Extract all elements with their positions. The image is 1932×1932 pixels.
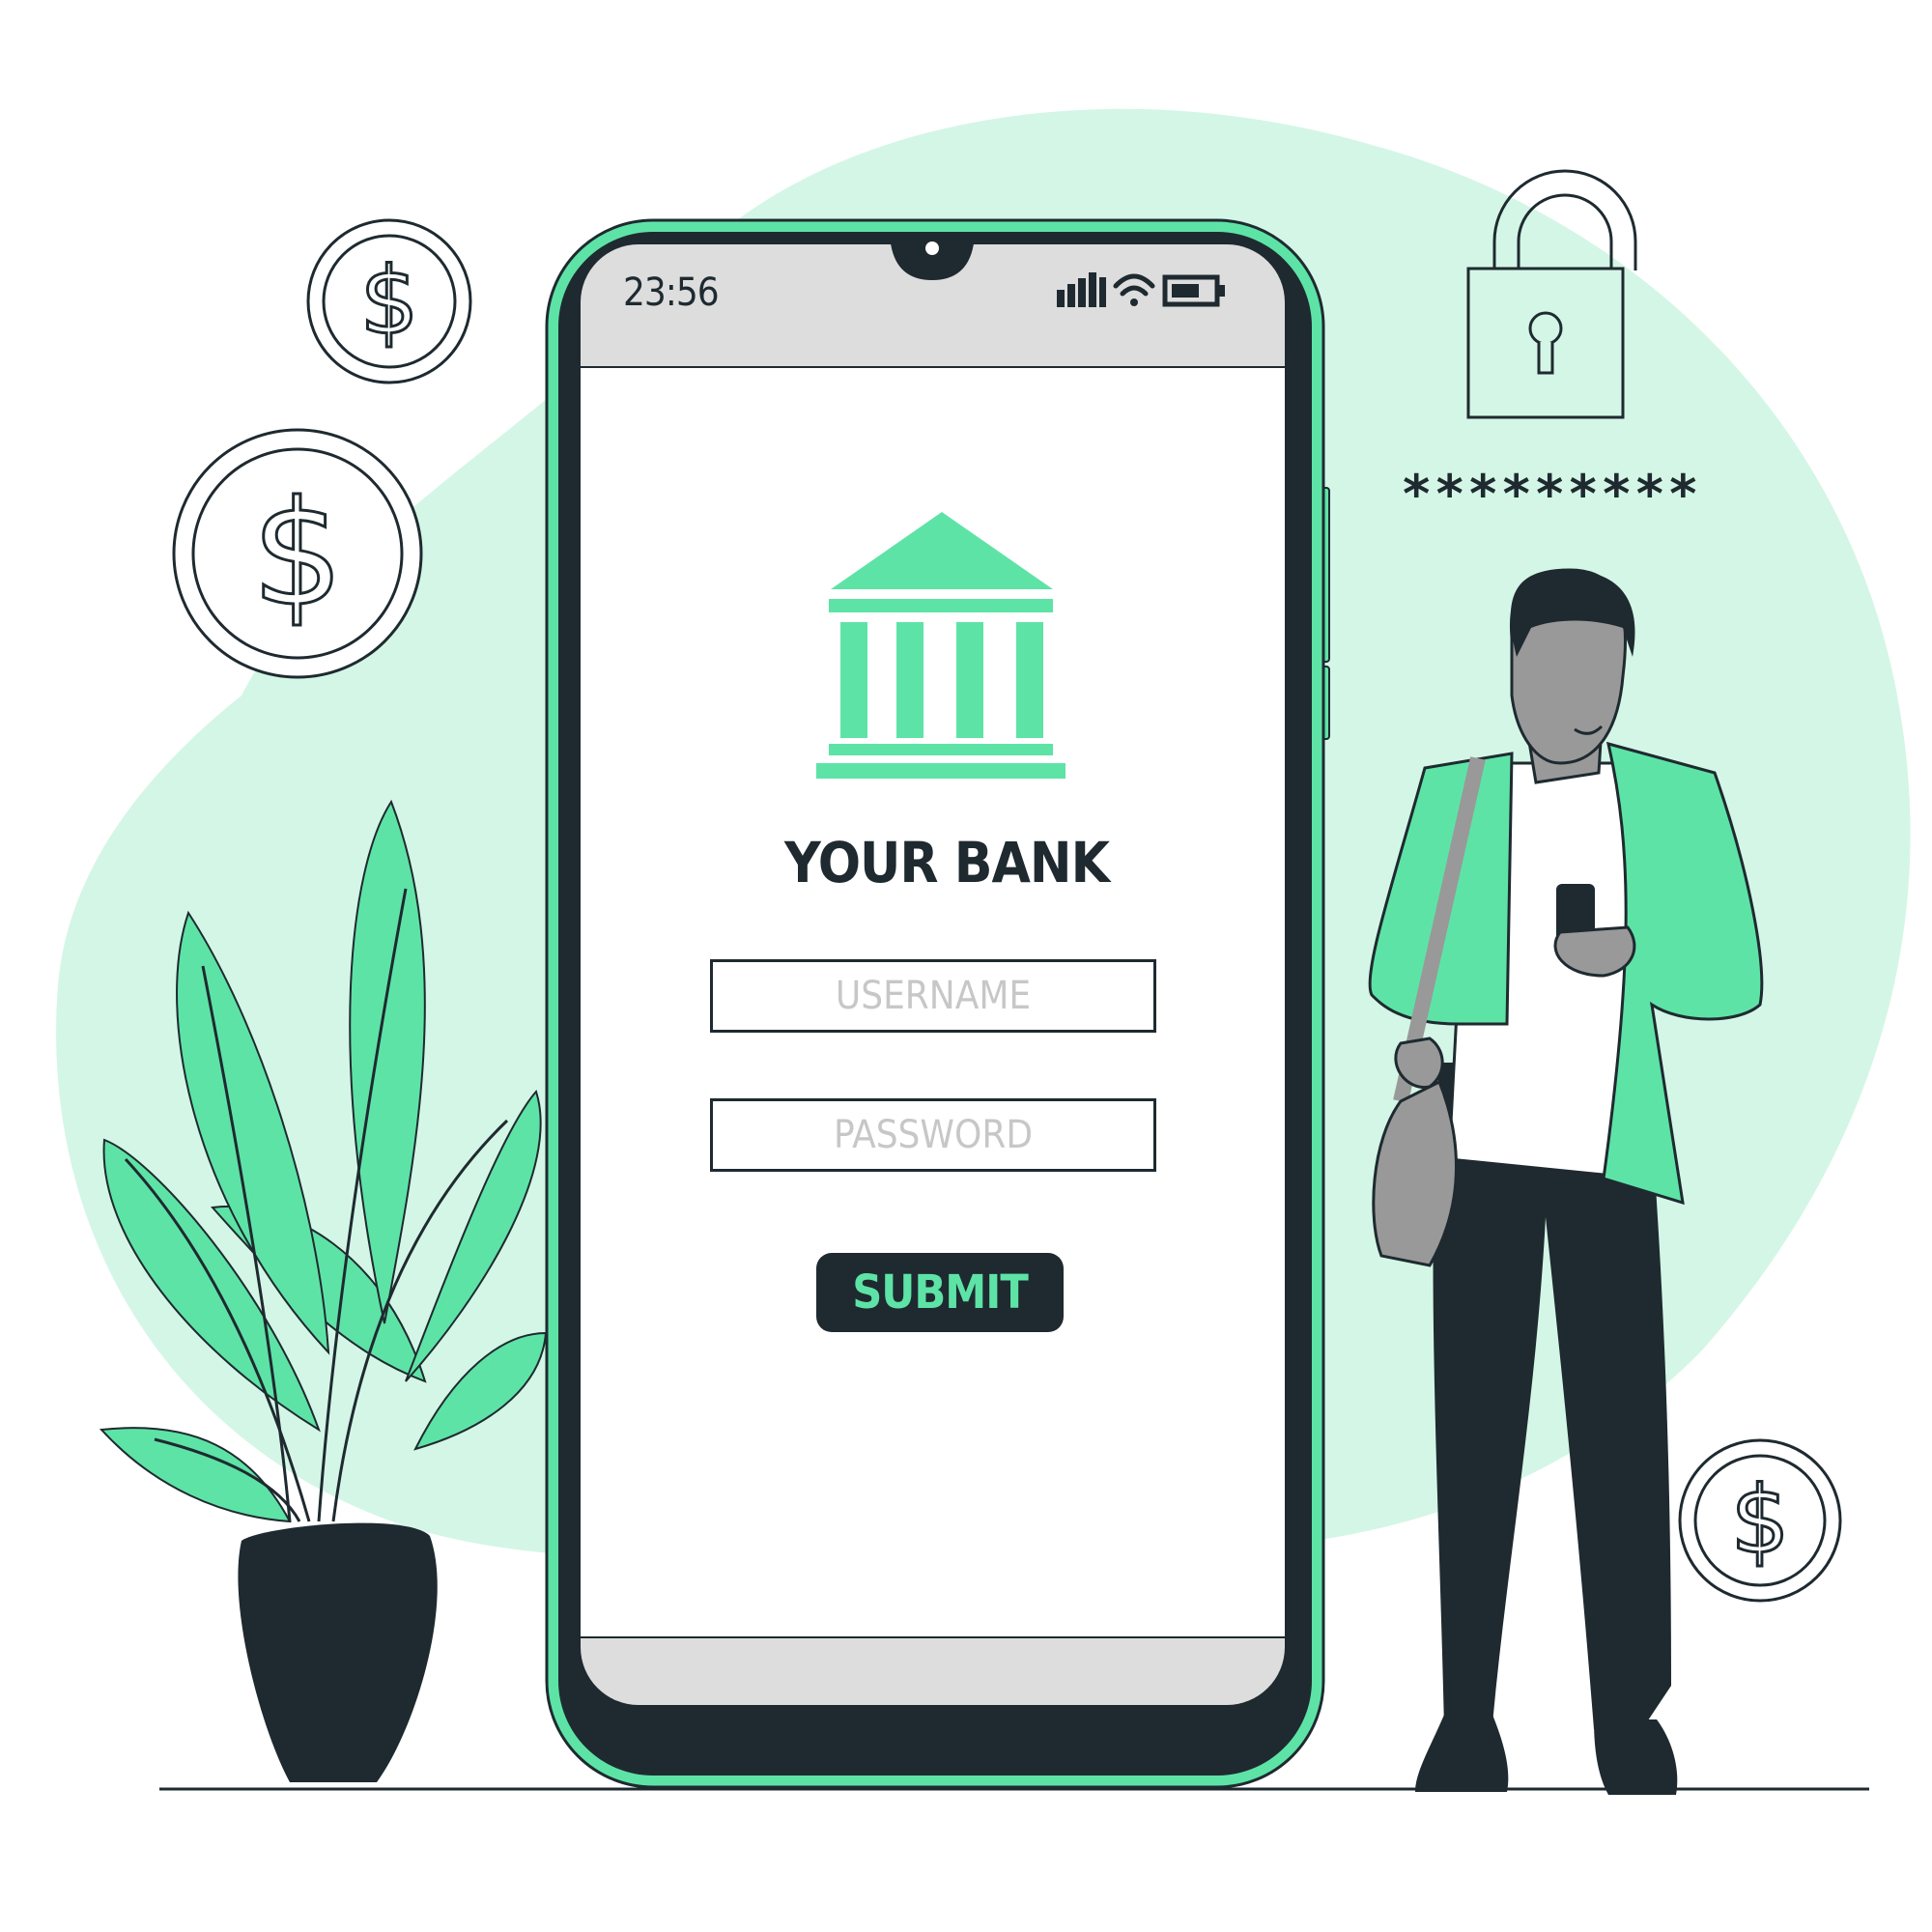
password-input[interactable]	[710, 1098, 1156, 1172]
plant-pot	[238, 1522, 438, 1782]
submit-button[interactable]: SUBMIT	[816, 1253, 1064, 1332]
svg-text:$: $	[251, 470, 343, 639]
dollar-coin-icon: $	[1678, 1438, 1842, 1603]
dollar-coin-icon: $	[172, 428, 423, 679]
dollar-coin-icon: $	[306, 218, 472, 384]
svg-text:$: $	[1730, 1466, 1789, 1575]
status-bar-time: 23:56	[623, 270, 720, 315]
password-mask-text: *********	[1401, 464, 1701, 525]
bank-title: YOUR BANK	[783, 830, 1110, 895]
svg-text:$: $	[359, 247, 418, 355]
username-input[interactable]	[710, 959, 1156, 1033]
